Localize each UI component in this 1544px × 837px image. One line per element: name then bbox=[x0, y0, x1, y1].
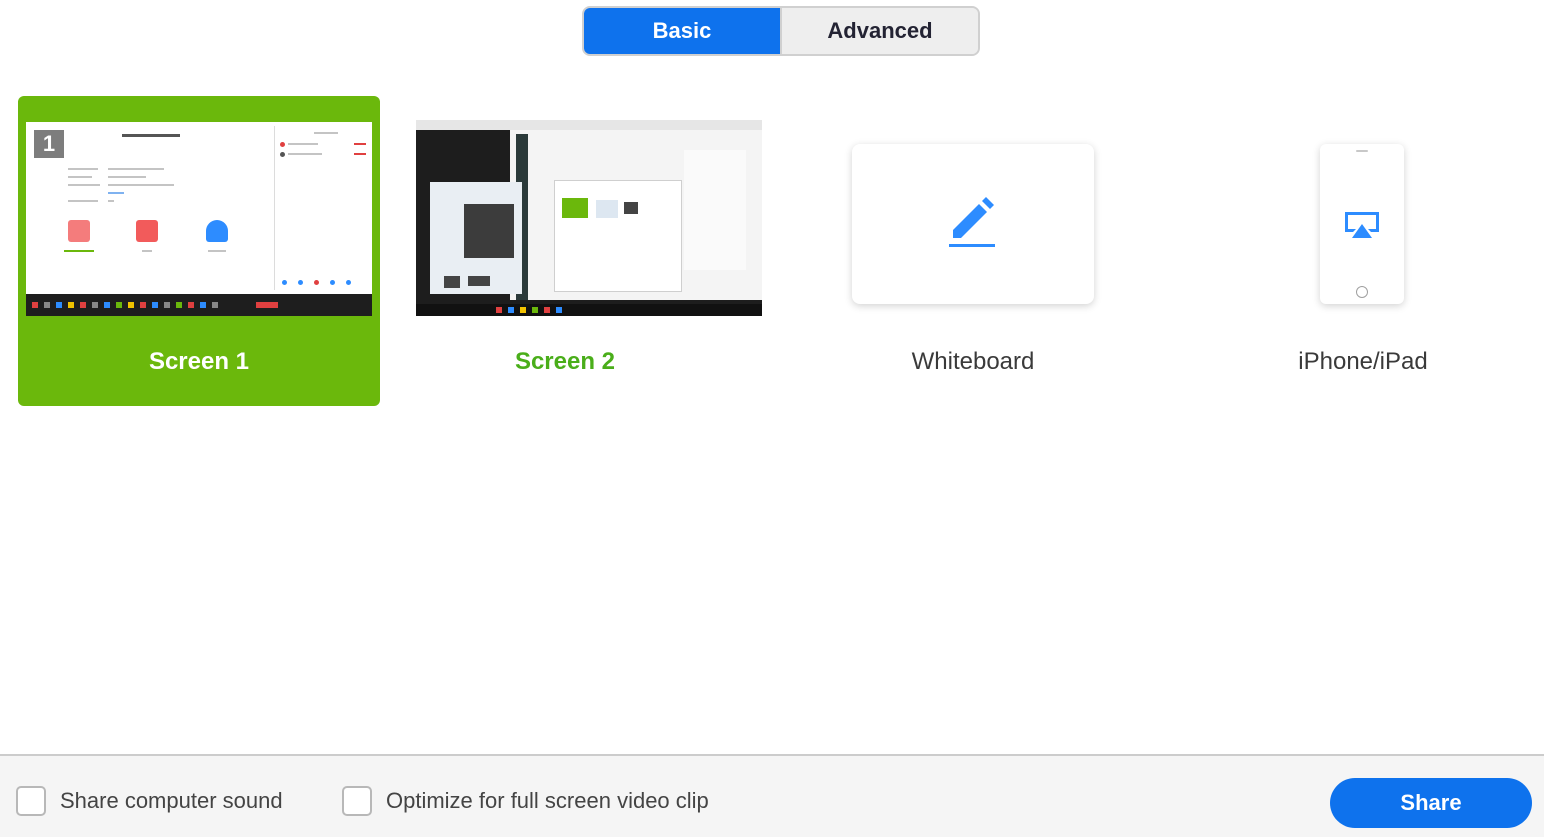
optimize-video-label: Optimize for full screen video clip bbox=[386, 788, 709, 813]
share-button[interactable]: Share bbox=[1330, 778, 1532, 828]
taskbar bbox=[26, 294, 372, 316]
pencil-icon bbox=[949, 197, 995, 247]
tab-basic[interactable]: Basic bbox=[584, 8, 780, 54]
share-option-screen-1[interactable]: 1 Screen 1 bbox=[18, 96, 380, 406]
iphone-graphic[interactable] bbox=[1320, 144, 1404, 304]
share-screen-dialog: Basic Advanced 1 Screen 1 Screen 2 White… bbox=[0, 0, 1544, 837]
optimize-video-checkbox[interactable] bbox=[342, 786, 372, 816]
share-sound-label: Share computer sound bbox=[60, 788, 283, 813]
airplay-icon bbox=[1345, 212, 1379, 238]
share-sound-option[interactable]: Share computer sound bbox=[16, 786, 283, 816]
folder-icon bbox=[136, 220, 158, 242]
whiteboard-card[interactable] bbox=[852, 144, 1094, 304]
invite-icon bbox=[68, 220, 90, 242]
iphone-ipad-label: iPhone/iPad bbox=[1298, 348, 1428, 375]
screen-2-label: Screen 2 bbox=[514, 348, 616, 375]
optimize-video-option[interactable]: Optimize for full screen video clip bbox=[342, 786, 709, 816]
screen-1-thumbnail: 1 bbox=[26, 122, 372, 316]
home-button-icon bbox=[1356, 286, 1368, 298]
share-sound-checkbox[interactable] bbox=[16, 786, 46, 816]
share-option-screen-2[interactable]: Screen 2 bbox=[384, 96, 762, 406]
screen-1-label: Screen 1 bbox=[148, 348, 250, 375]
screen-2-thumbnail bbox=[416, 120, 762, 316]
mode-toggle: Basic Advanced bbox=[582, 6, 980, 56]
footer-bar: Share computer sound Optimize for full s… bbox=[0, 754, 1544, 837]
tab-advanced[interactable]: Advanced bbox=[780, 8, 978, 54]
whiteboard-label: Whiteboard bbox=[911, 348, 1035, 375]
participant-icon bbox=[206, 220, 228, 242]
screen-number-badge: 1 bbox=[34, 130, 64, 158]
